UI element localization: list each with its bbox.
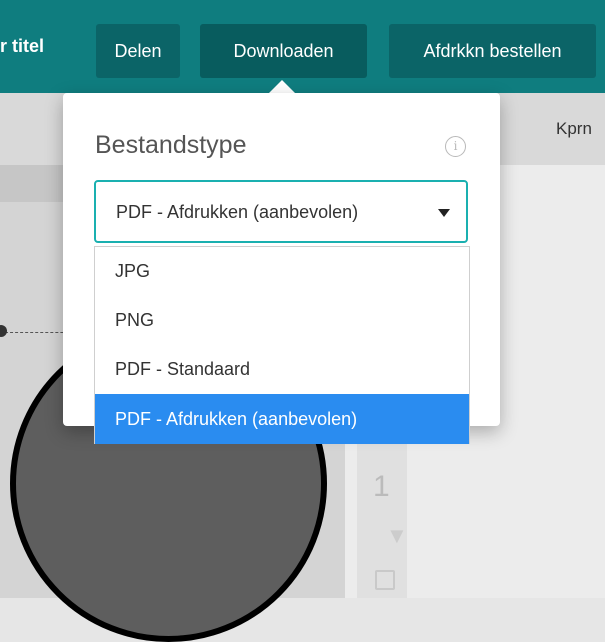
option-jpg[interactable]: JPG [95,247,469,296]
select-current-value: PDF - Afdrukken (aanbevolen) [116,202,359,222]
file-type-label: Bestandstype [95,131,247,159]
option-png[interactable]: PNG [95,296,469,345]
document-title[interactable]: r titel [0,36,44,57]
caret-down-icon [438,209,450,217]
file-type-options: JPG PNG PDF - Standaard PDF - Afdrukken … [94,246,470,444]
info-icon[interactable]: i [445,136,466,157]
option-pdf-print[interactable]: PDF - Afdrukken (aanbevolen) [95,394,469,444]
share-button[interactable]: Delen [96,24,180,78]
file-type-select[interactable]: PDF - Afdrukken (aanbevolen) [94,180,468,243]
chevron-down-icon[interactable]: ▼ [386,523,408,549]
popover-arrow [268,80,296,94]
copy-page-icon[interactable] [375,570,395,590]
page-number: 1 [373,470,390,503]
secondary-toolbar-item[interactable]: Kprn [556,119,592,139]
option-pdf-standard[interactable]: PDF - Standaard [95,345,469,394]
order-prints-button[interactable]: Afdrkkn bestellen [389,24,596,78]
top-toolbar: r titel Delen Downloaden Afdrkkn bestell… [0,0,605,93]
download-button[interactable]: Downloaden [200,24,367,78]
resize-handle[interactable] [0,325,7,337]
